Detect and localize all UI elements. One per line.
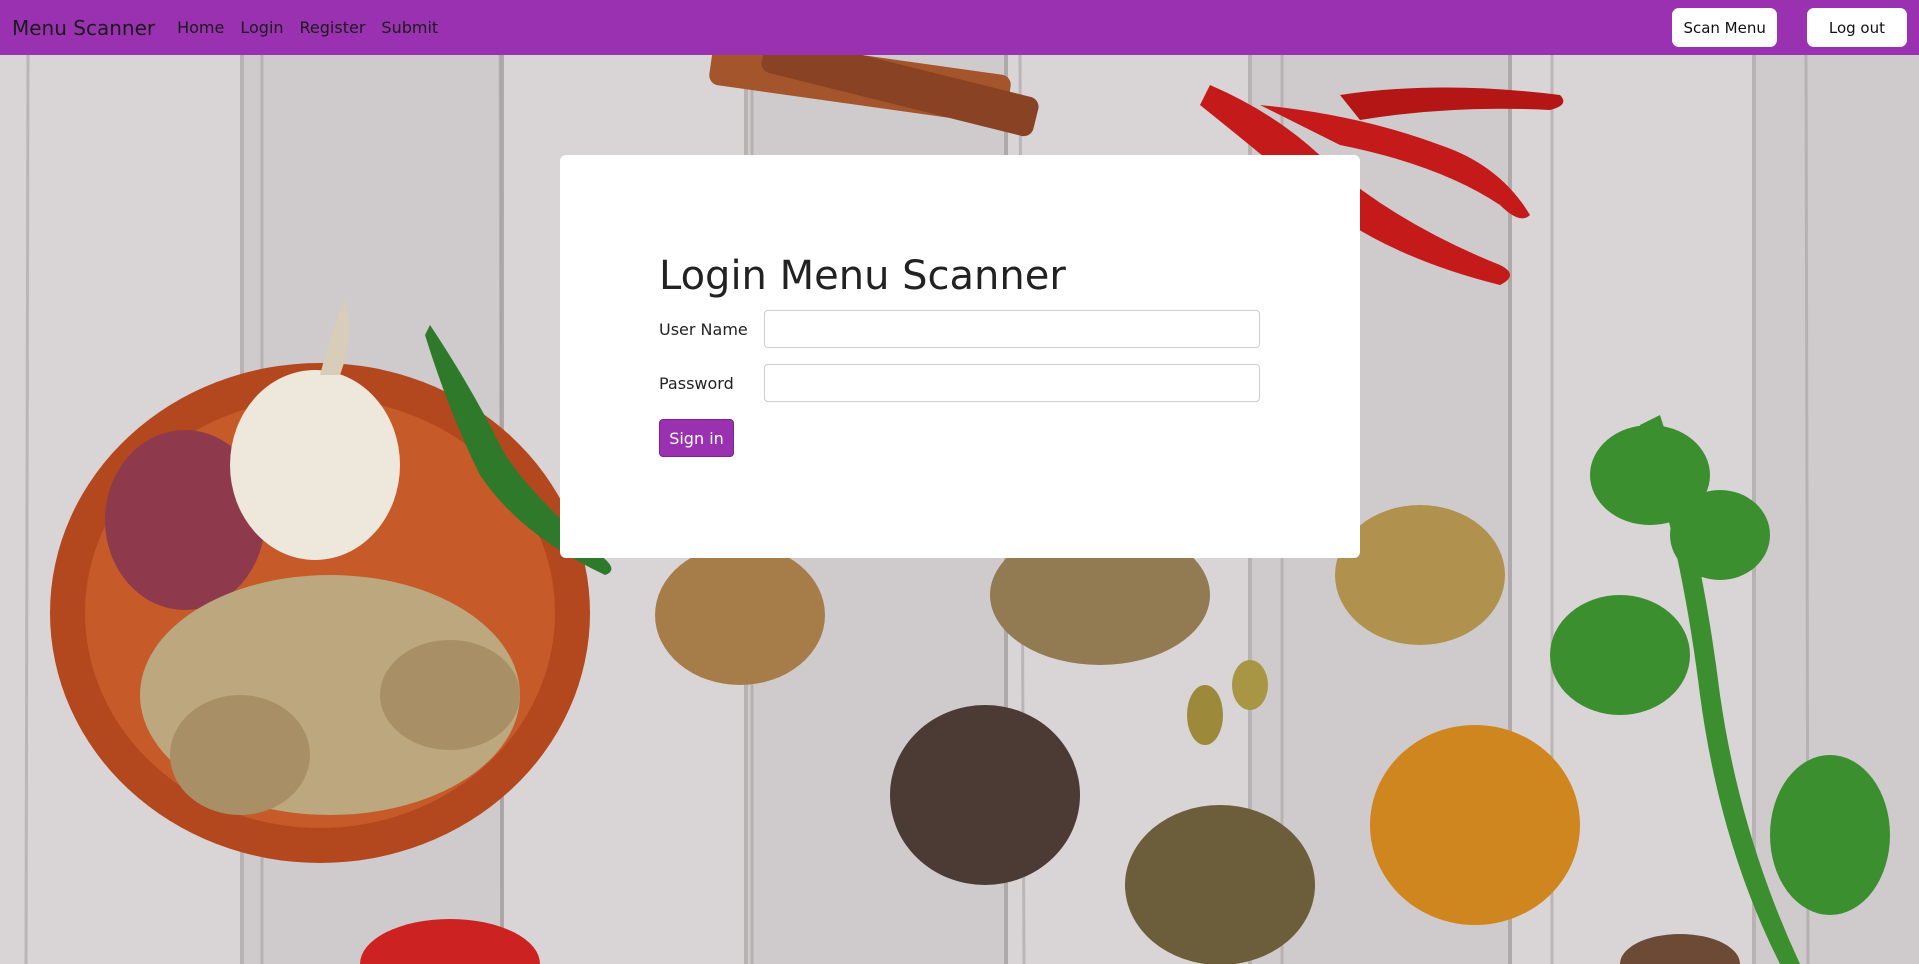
username-input[interactable] bbox=[764, 310, 1260, 348]
nav-register[interactable]: Register bbox=[300, 18, 366, 37]
scan-menu-button[interactable]: Scan Menu bbox=[1672, 8, 1777, 47]
sign-in-button[interactable]: Sign in bbox=[659, 419, 734, 457]
password-input[interactable] bbox=[764, 364, 1260, 402]
password-label: Password bbox=[659, 374, 734, 393]
login-card: Login Menu Scanner User Name Password Si… bbox=[560, 155, 1360, 558]
nav-submit[interactable]: Submit bbox=[381, 18, 438, 37]
nav-login[interactable]: Login bbox=[240, 18, 283, 37]
nav-actions: Scan Menu Log out bbox=[1672, 8, 1907, 47]
nav-home[interactable]: Home bbox=[177, 18, 224, 37]
top-navbar: Menu Scanner Home Login Register Submit … bbox=[0, 0, 1919, 55]
logout-button[interactable]: Log out bbox=[1806, 8, 1907, 47]
brand-link[interactable]: Menu Scanner bbox=[12, 16, 155, 40]
username-label: User Name bbox=[659, 320, 748, 339]
page-title: Login Menu Scanner bbox=[659, 253, 1066, 299]
